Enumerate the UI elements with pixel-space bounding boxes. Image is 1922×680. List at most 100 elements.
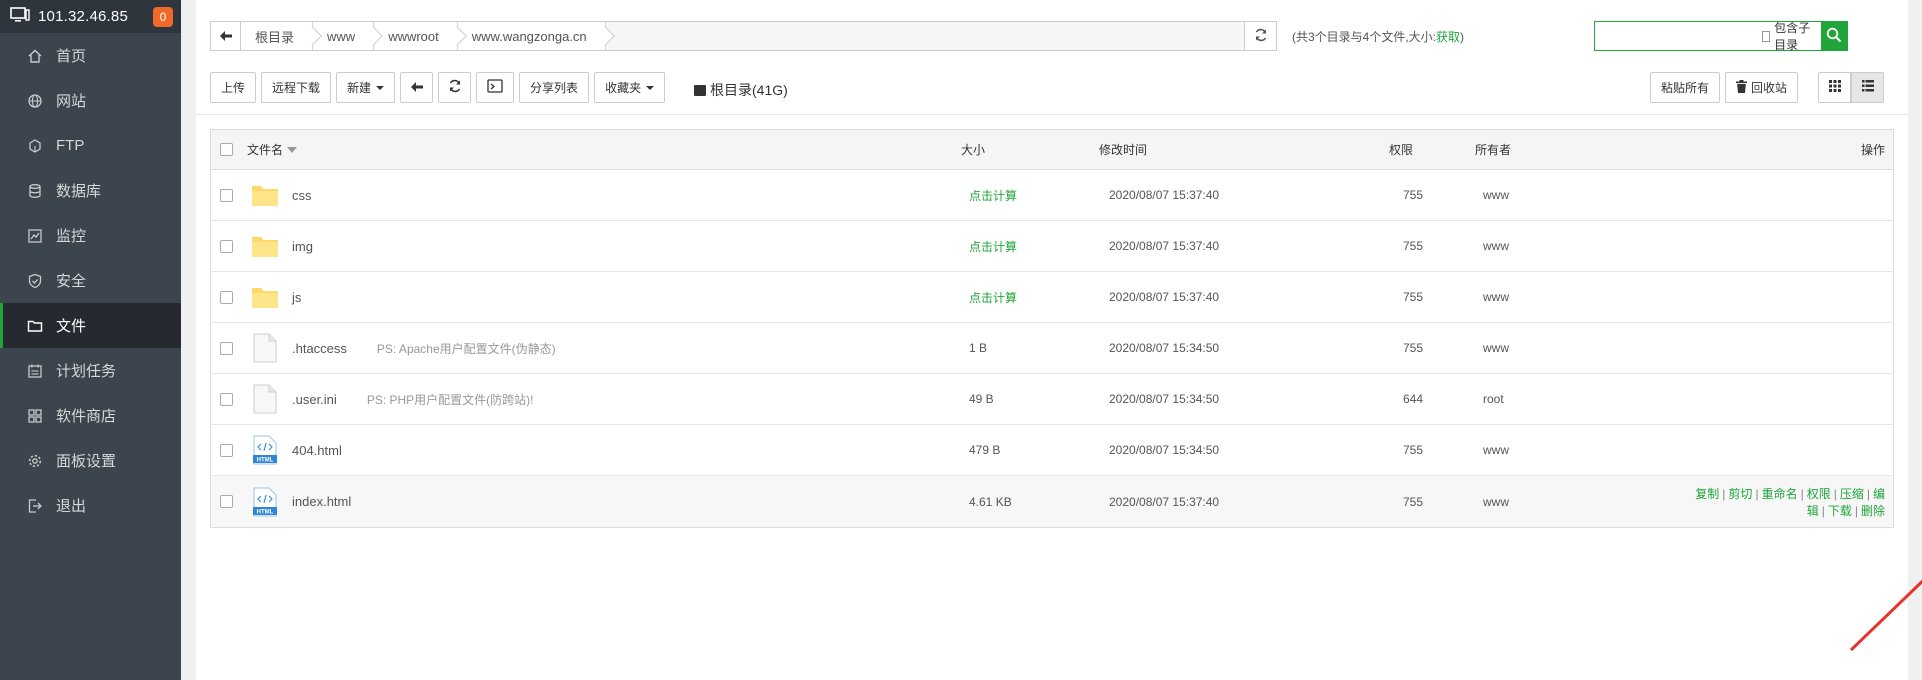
row-checkbox[interactable] [219,341,233,355]
arrow-left-icon [410,81,423,95]
sidebar-item-7[interactable]: 计划任务 [0,348,181,393]
file-size: 479 B [969,443,1001,457]
permission[interactable]: 755 [1389,495,1475,509]
sidebar-item-label: 网站 [56,93,87,110]
include-subdirs-toggle[interactable]: 包含子目录 [1762,21,1821,52]
refresh-button[interactable] [438,72,472,103]
terminal-button[interactable] [476,72,515,103]
table-row[interactable]: .user.ini PS: PHP用户配置文件(防跨站)! 49 B 2020/08/… [211,374,1893,425]
table-row[interactable]: .htaccess PS: Apache用户配置文件(伪静态) 1 B 2020/08… [211,323,1893,374]
notice-badge[interactable]: 0 [153,6,173,27]
svg-text:HTML: HTML [257,509,274,515]
header-size[interactable]: 大小 [961,141,1099,158]
row-checkbox[interactable] [219,290,233,304]
table-row[interactable]: HTML 404.html 479 B 2020/08/07 15:34:50 755 w… [211,425,1893,476]
file-name[interactable]: 404.html [292,443,342,458]
search-button[interactable] [1821,22,1847,50]
sidebar-item-10[interactable]: 退出 [0,483,181,528]
owner[interactable]: www [1475,188,1675,202]
table-row[interactable]: HTML index.html 4.61 KB 2020/08/07 15:37:40… [211,476,1893,527]
list-view-button[interactable] [1851,72,1884,103]
calc-size-link[interactable]: 点击计算 [961,187,1099,204]
file-name-cell: HTML index.html [241,486,961,518]
action-1[interactable]: 剪切 [1728,487,1752,501]
calc-size-link[interactable]: 点击计算 [961,289,1099,306]
action-separator: | [1821,503,1825,518]
table-row[interactable]: img 点击计算 2020/08/07 15:37:40 755 www [211,221,1893,272]
header-name[interactable]: 文件名 [241,141,961,158]
permission[interactable]: 755 [1389,188,1475,202]
calc-size-link[interactable]: 点击计算 [961,238,1099,255]
file-name[interactable]: img [292,239,313,254]
sidebar-item-3[interactable]: 数据库 [0,168,181,213]
table-row[interactable]: css 点击计算 2020/08/07 15:37:40 755 www [211,170,1893,221]
row-checkbox[interactable] [219,239,233,253]
search-input[interactable] [1595,22,1762,50]
action-4[interactable]: 压缩 [1840,487,1864,501]
row-checkbox[interactable] [219,392,233,406]
row-checkbox[interactable] [219,495,233,508]
permission[interactable]: 755 [1389,341,1475,355]
action-0[interactable]: 复制 [1695,487,1719,501]
share-list-button[interactable]: 分享列表 [519,72,590,103]
row-checkbox[interactable] [219,443,233,457]
back-button[interactable] [400,72,434,103]
terminal-icon [487,79,503,96]
sidebar-item-1[interactable]: 网站 [0,78,181,123]
breadcrumb-root[interactable]: 根目录 [241,22,314,50]
path-input-area[interactable] [605,22,1244,50]
sidebar-item-2[interactable]: FTP [0,123,181,168]
header-modified[interactable]: 修改时间 [1099,141,1389,158]
header-permission[interactable]: 权限 [1389,141,1475,158]
sidebar-item-5[interactable]: 安全 [0,258,181,303]
calc-size-link[interactable]: 获取 [1436,30,1460,44]
include-subdirs-checkbox[interactable] [1762,30,1771,42]
file-name[interactable]: index.html [292,494,351,509]
grid-view-button[interactable] [1818,72,1851,103]
disk-selector[interactable]: 根目录(41G) [694,80,788,100]
file-name[interactable]: .htaccess [292,341,347,356]
table-row[interactable]: js 点击计算 2020/08/07 15:37:40 755 www [211,272,1893,323]
owner[interactable]: www [1475,290,1675,304]
permission[interactable]: 755 [1389,239,1475,253]
action-2[interactable]: 重命名 [1762,487,1798,501]
paste-all-button[interactable]: 粘贴所有 [1650,72,1721,103]
file-name[interactable]: .user.ini [292,392,337,407]
path-back-button[interactable] [211,22,241,50]
row-select-cell [211,290,241,304]
recycle-bin-button[interactable]: 回收站 [1725,72,1799,103]
permission[interactable]: 644 [1389,392,1475,406]
file-name[interactable]: js [292,290,301,305]
permission[interactable]: 755 [1389,290,1475,304]
grid-icon [1828,80,1841,95]
sidebar-item-label: 软件商店 [56,408,117,425]
row-select-cell [211,443,241,457]
header-owner[interactable]: 所有者 [1475,141,1675,158]
sidebar-item-9[interactable]: 面板设置 [0,438,181,483]
permission[interactable]: 755 [1389,443,1475,457]
sidebar-item-0[interactable]: 首页 [0,33,181,78]
action-3[interactable]: 权限 [1807,487,1831,501]
file-name[interactable]: css [292,188,312,203]
owner[interactable]: www [1475,443,1675,457]
ftp-icon [26,137,44,155]
owner[interactable]: www [1475,341,1675,355]
file-name-cell: .htaccess PS: Apache用户配置文件(伪静态) [241,332,961,364]
sidebar-item-8[interactable]: 软件商店 [0,393,181,438]
sidebar-item-label: 面板设置 [56,453,117,470]
path-refresh-button[interactable] [1244,22,1276,50]
owner[interactable]: www [1475,239,1675,253]
sidebar-item-4[interactable]: 监控 [0,213,181,258]
remote-download-button[interactable]: 远程下载 [261,72,332,103]
sidebar-item-6[interactable]: 文件 [0,303,181,348]
owner[interactable]: root [1475,392,1675,406]
breadcrumb-site[interactable]: www.wangzonga.cn [457,22,606,50]
select-all-checkbox[interactable] [219,143,233,156]
new-dropdown-button[interactable]: 新建 [336,72,396,103]
owner[interactable]: www [1475,495,1675,509]
favorites-dropdown-button[interactable]: 收藏夹 [594,72,666,103]
breadcrumb-wwwroot[interactable]: wwwroot [374,22,458,50]
upload-button[interactable]: 上传 [210,72,257,103]
row-checkbox[interactable] [219,188,233,202]
breadcrumb-www[interactable]: www [313,22,375,50]
